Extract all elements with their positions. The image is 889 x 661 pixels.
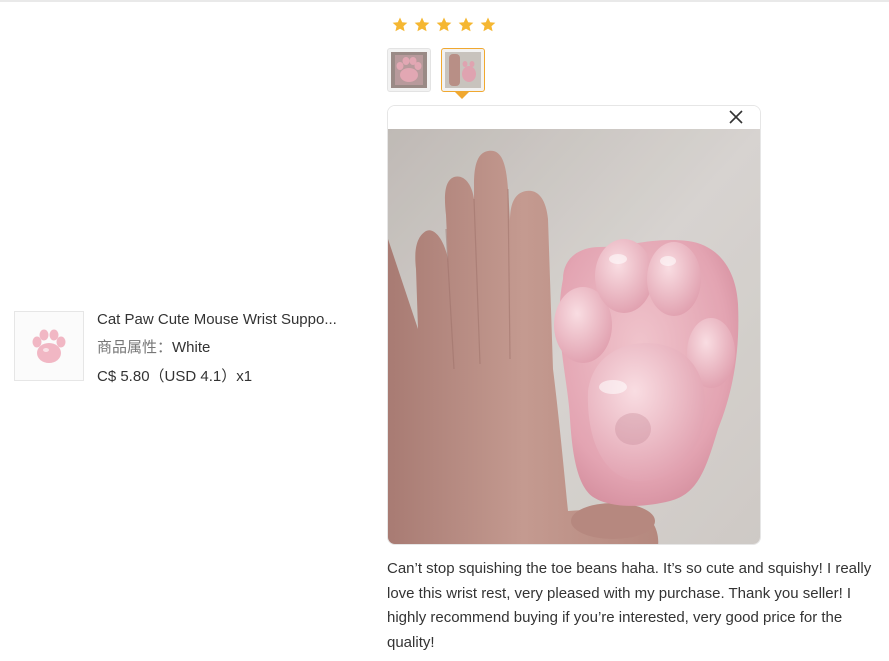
- star-icon: [480, 17, 496, 32]
- top-divider: [0, 0, 889, 2]
- cat-paw-image: [32, 329, 66, 363]
- star-icon: [414, 17, 430, 32]
- review-thumbnails: [387, 48, 485, 92]
- review-thumbnail-2[interactable]: [441, 48, 485, 92]
- review-text: Can’t stop squishing the toe beans haha.…: [387, 560, 872, 651]
- star-icon: [458, 17, 474, 32]
- review-photo[interactable]: [388, 129, 761, 545]
- star-icon: [436, 17, 452, 32]
- attribute-label: 商品属性：: [97, 339, 173, 356]
- image-viewer-header: [388, 106, 760, 129]
- product-thumbnail[interactable]: [14, 311, 84, 381]
- image-viewer: [387, 105, 761, 545]
- close-icon[interactable]: [728, 109, 744, 125]
- paw-photo-thumbnail: [391, 52, 427, 88]
- product-price: C$ 5.80（USD 4.1）x1: [97, 368, 253, 385]
- product-attribute: 商品属性：White: [97, 339, 210, 357]
- product-title[interactable]: Cat Paw Cute Mouse Wrist Suppo...: [97, 311, 357, 329]
- hand-photo-thumbnail: [445, 52, 481, 88]
- star-icon: [392, 17, 408, 32]
- attribute-value: White: [172, 339, 211, 356]
- rating-stars: [391, 16, 497, 34]
- review-thumbnail-1[interactable]: [387, 48, 431, 92]
- active-thumbnail-indicator: [455, 92, 469, 99]
- product-card[interactable]: Cat Paw Cute Mouse Wrist Suppo... 商品属性：W…: [14, 311, 364, 385]
